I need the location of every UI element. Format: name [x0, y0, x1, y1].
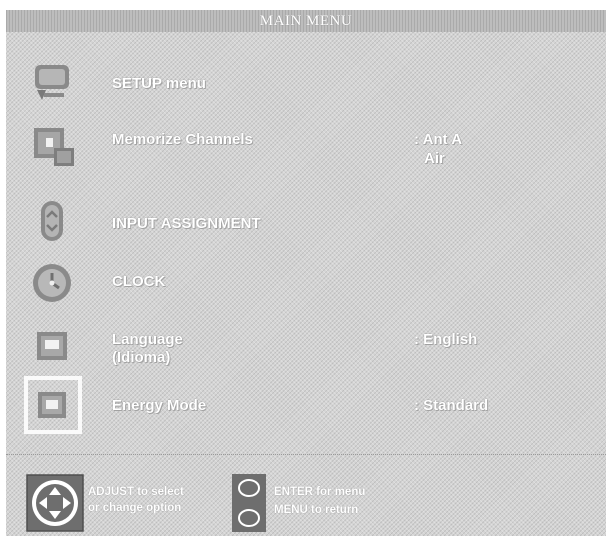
dpad-icon [26, 474, 84, 532]
adjust-help-text-2: or change option [88, 502, 182, 514]
menu-item-label: CLOCK [112, 273, 166, 290]
title-bar: MAIN MENU [6, 10, 606, 32]
menu-item-memorize-channels[interactable]: Memorize Channels : Ant A Air [6, 120, 606, 176]
menu-item-input-assignment[interactable]: INPUT ASSIGNMENT [6, 196, 606, 248]
tv-setup-icon [28, 60, 76, 106]
menu-item-label: INPUT ASSIGNMENT [112, 215, 261, 232]
menu-title: MAIN MENU [259, 13, 353, 29]
antenna-value: : Ant A [414, 131, 463, 148]
menu-screen: MAIN MENU SETUP menu Memorize Channels:… [6, 10, 606, 536]
energy-mode-icon [28, 382, 76, 428]
input-assignment-icon [28, 198, 76, 244]
menu-item-label: Memorize Channels [112, 131, 253, 148]
antenna-type-value: Air [424, 150, 445, 167]
menu-list: SETUP menu Memorize Channels : Ant A Air [6, 32, 606, 452]
energy-mode-value: : Standard [414, 397, 489, 414]
memorize-channels-icon [28, 124, 76, 170]
menu-button-icon [232, 502, 266, 532]
menu-item-sublabel: (Idioma) [112, 349, 171, 366]
menu-item-label: Energy Mode [112, 397, 207, 414]
menu-item-label: Language [112, 331, 183, 348]
clock-icon [28, 260, 76, 306]
menu-item-clock[interactable]: CLOCK [6, 258, 606, 308]
enter-help-text: ENTER for menu [274, 486, 366, 498]
menu-item-language[interactable]: Language (Idioma) : English [6, 322, 606, 372]
menu-item-label: SETUP menu [112, 75, 206, 92]
menu-item-energy-mode[interactable]: Energy Mode : Standard [6, 382, 606, 428]
footer-divider [6, 454, 606, 455]
adjust-help-text: ADJUST to select [88, 486, 184, 498]
menu-item-setup[interactable]: SETUP menu [6, 60, 606, 108]
language-value: : English [414, 331, 478, 348]
footer-help: ADJUST to select or change option ENTER … [6, 466, 606, 536]
language-icon [28, 324, 76, 370]
menu-help-text: MENU to return [274, 504, 359, 516]
